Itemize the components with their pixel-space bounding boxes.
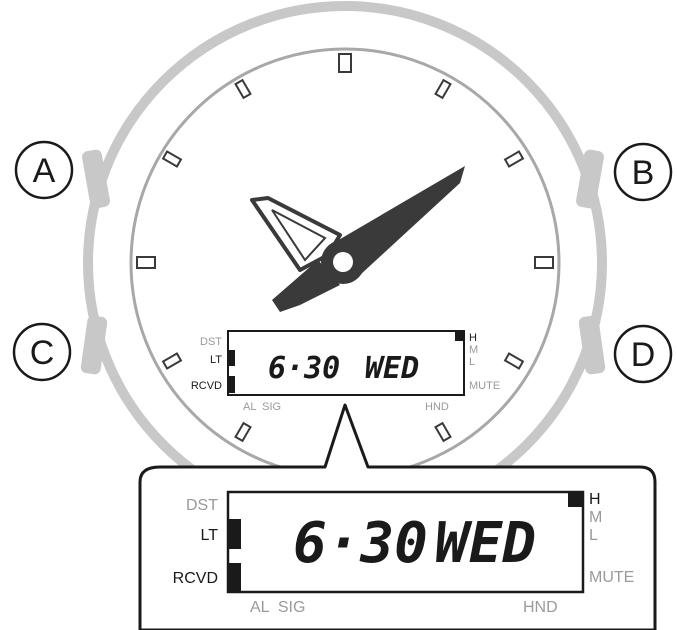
- hour-marker-icon: [234, 78, 252, 100]
- lcd-lt-marker-small: [228, 350, 235, 366]
- button-label-c: C: [12, 322, 72, 382]
- hour-marker-icon: [434, 78, 452, 100]
- lcd-frame-small: [227, 330, 465, 396]
- lcd-dst-small: DST: [200, 336, 222, 348]
- lcd-time-large: 6·30: [293, 511, 428, 576]
- lcd-day-small: WED: [365, 351, 419, 386]
- lcd-rcvd-small: RCVD: [191, 380, 222, 392]
- button-label-a-text: A: [33, 152, 56, 190]
- lcd-rcvd-marker-large: [228, 563, 241, 592]
- button-label-d-text: D: [631, 336, 656, 374]
- lcd-lt-marker-large: [228, 519, 241, 549]
- lcd-h-marker-small: [455, 331, 464, 341]
- lcd-h-marker-large: [568, 492, 583, 507]
- side-button-c[interactable]: [80, 315, 108, 375]
- lcd-lt-small: LT: [210, 354, 222, 366]
- lcd-alsig-large: AL SIG: [250, 599, 305, 616]
- lcd-alsig-small: AL SIG: [243, 401, 281, 413]
- hour-marker-icon: [434, 421, 452, 443]
- watch-lcd-small: 6·30 WED DST LT RCVD H M L MUTE AL SIG H…: [191, 330, 500, 413]
- watch-diagram: 6·30 WED DST LT RCVD H M L MUTE AL SIG H…: [12, 1, 673, 630]
- button-label-c-text: C: [30, 334, 55, 372]
- lcd-hnd-small: HND: [425, 401, 449, 413]
- lcd-dst-large: DST: [186, 497, 218, 514]
- button-label-d: D: [613, 324, 673, 384]
- lcd-l-large: L: [589, 527, 598, 544]
- lcd-time-small: 6·30: [268, 351, 340, 386]
- hour-marker-icon: [234, 421, 252, 443]
- analog-hands-icon: [250, 166, 465, 312]
- hour-marker-icon: [136, 256, 156, 269]
- lcd-h-small: H: [469, 332, 477, 344]
- hour-marker-icon: [161, 352, 183, 370]
- lcd-lt-large: LT: [201, 527, 219, 544]
- lcd-rcvd-marker-small: [228, 376, 235, 393]
- hour-marker-icon: [161, 150, 183, 168]
- lcd-day-large: WED: [435, 511, 536, 576]
- button-label-b-text: B: [632, 154, 655, 192]
- lcd-mute-large: MUTE: [589, 569, 634, 586]
- lcd-rcvd-large: RCVD: [173, 570, 218, 587]
- lcd-mute-small: MUTE: [469, 380, 500, 392]
- lcd-h-large: H: [589, 491, 601, 508]
- hour-marker-icon: [503, 150, 525, 168]
- hour-marker-icon: [503, 352, 525, 370]
- hand-hub-center: [333, 252, 353, 272]
- lcd-hnd-large: HND: [523, 599, 558, 616]
- hour-marker-icon: [534, 256, 554, 269]
- button-label-b: B: [613, 142, 673, 202]
- lcd-m-small: M: [469, 344, 478, 356]
- lcd-l-small: L: [469, 356, 475, 368]
- hour-marker-icon: [338, 53, 352, 73]
- lcd-m-large: M: [589, 509, 602, 526]
- button-label-a: A: [14, 140, 74, 200]
